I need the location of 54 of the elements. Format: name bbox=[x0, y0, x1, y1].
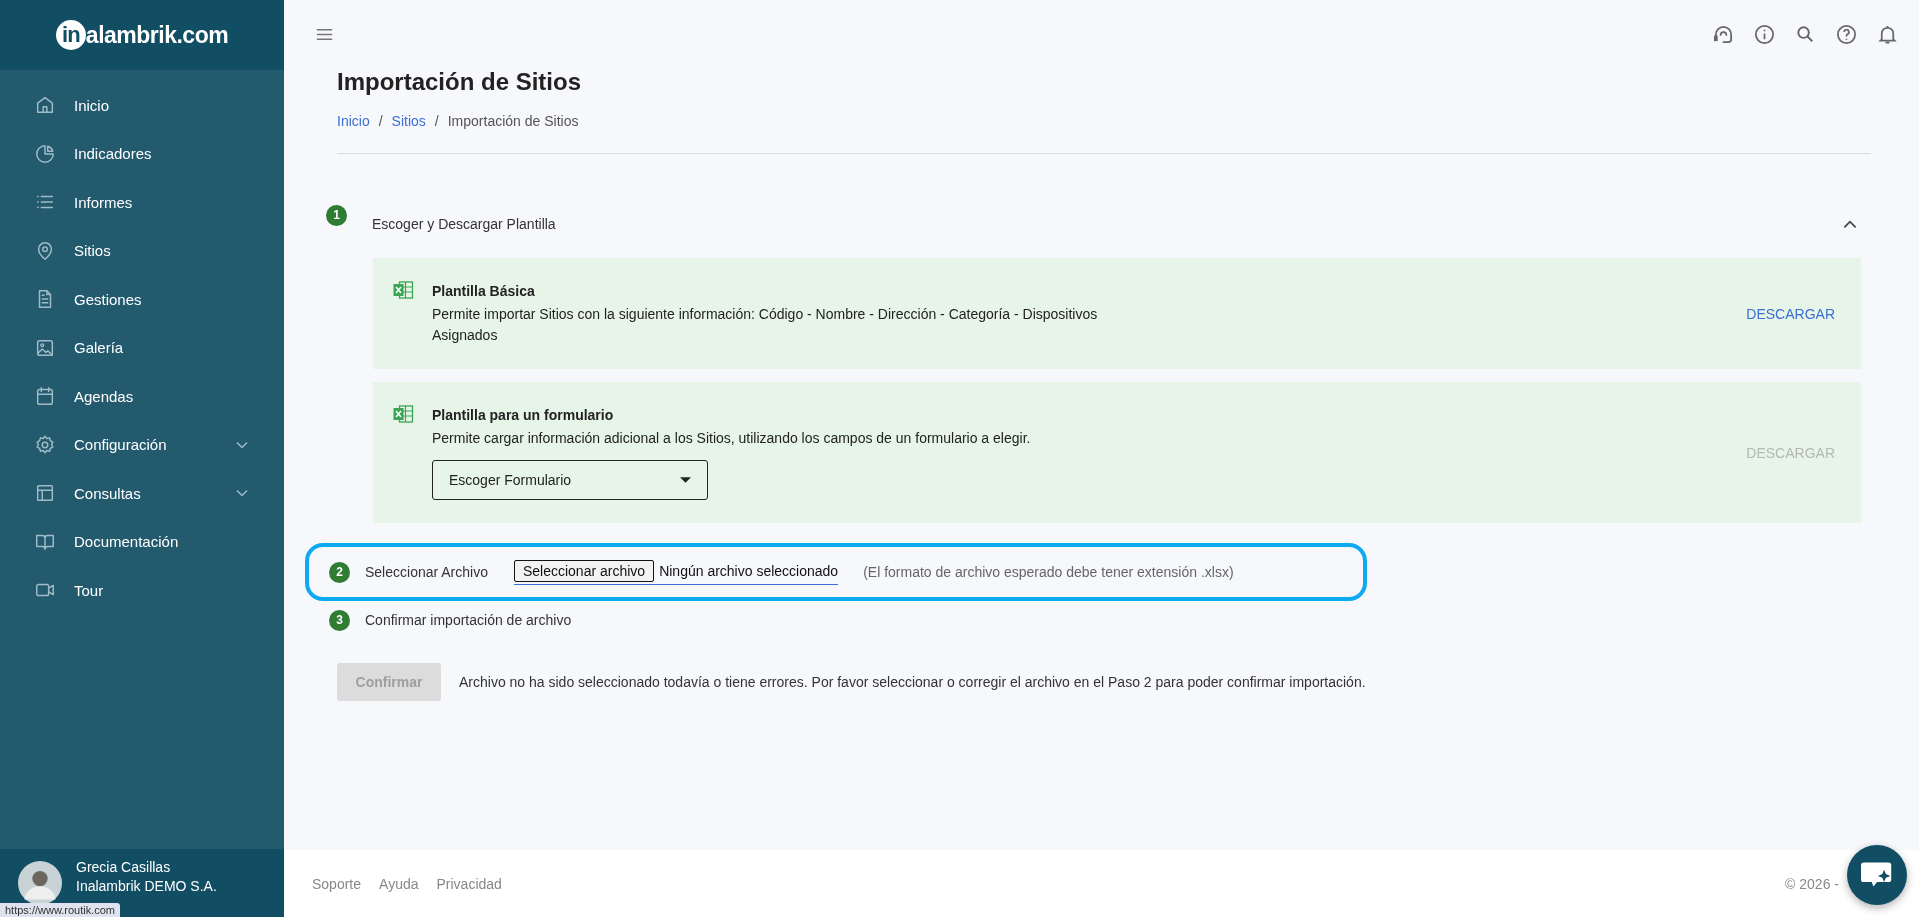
sidebar-item[interactable]: Documentación bbox=[0, 517, 284, 566]
choose-file-button[interactable]: Seleccionar archivo bbox=[513, 559, 655, 582]
sidebar-item[interactable]: Configuración bbox=[0, 420, 284, 469]
footer-link[interactable]: Privacidad bbox=[436, 875, 502, 892]
step-number: 2 bbox=[329, 561, 350, 583]
breadcrumb-separator: / bbox=[434, 113, 439, 129]
chevron-down-icon bbox=[236, 489, 248, 498]
breadcrumb-link[interactable]: Sitios bbox=[391, 113, 426, 129]
avatar bbox=[18, 861, 62, 905]
sidebar-item[interactable]: Sitios bbox=[0, 226, 284, 275]
pie-icon bbox=[34, 142, 56, 165]
sidebar-item[interactable]: Inicio bbox=[0, 81, 284, 130]
breadcrumb-separator: / bbox=[378, 113, 383, 129]
spreadsheet-icon bbox=[393, 281, 414, 299]
step-label: Escoger y Descargar Plantilla bbox=[372, 216, 557, 232]
footer-link[interactable]: Soporte bbox=[312, 875, 362, 892]
file-input[interactable]: Seleccionar archivo Ningún archivo seleccionado bbox=[513, 559, 839, 585]
user-name: Grecia Casillas bbox=[76, 858, 172, 875]
template-title: Plantilla Básica bbox=[432, 282, 536, 301]
chevron-down-icon bbox=[236, 440, 248, 449]
download-link[interactable]: DESCARGAR bbox=[1746, 305, 1835, 322]
step-label: Seleccionar Archivo bbox=[365, 564, 488, 580]
help-icon[interactable] bbox=[1835, 22, 1858, 46]
gear-icon bbox=[34, 433, 56, 456]
sidebar-item[interactable]: Tour bbox=[0, 566, 284, 615]
sidebar-item[interactable]: Galería bbox=[0, 323, 284, 372]
copyright: © 2026 - bbox=[1785, 875, 1839, 892]
spreadsheet-icon bbox=[393, 405, 414, 423]
footer-link[interactable]: Ayuda bbox=[379, 875, 419, 892]
page-title: Importación de Sitios bbox=[337, 68, 583, 96]
template-description: Permite cargar información adicional a los Sitios, utilizando los campos de un formulario a elegir. bbox=[432, 429, 1032, 448]
format-hint: (El formato de archivo esperado debe tener extensión .xlsx) bbox=[863, 564, 1234, 580]
chevron-icon[interactable] bbox=[1843, 219, 1857, 229]
breadcrumb-link[interactable]: Inicio bbox=[337, 113, 370, 129]
template-title: Plantilla para un formulario bbox=[432, 406, 615, 425]
template-description: Permite importar Sitios con la siguiente información: Código - Nombre - Dirección - Categoría - Dispositivos Asignados bbox=[432, 305, 1099, 345]
status-url: https://www.routik.com bbox=[0, 903, 121, 917]
info-icon[interactable] bbox=[1753, 22, 1776, 46]
confirm-message: Archivo no ha sido seleccionado todavía o tiene errores. Por favor seleccionar o corregir el archivo en el Paso 2 para poder confirmar importación. bbox=[459, 674, 1366, 690]
step-label: Confirmar importación de archivo bbox=[365, 612, 572, 628]
company-name: Inalambrik DEMO S.A. bbox=[76, 877, 217, 894]
sidebar-item[interactable]: Agendas bbox=[0, 372, 284, 421]
file-status: Ningún archivo seleccionado bbox=[659, 562, 839, 579]
caret-icon bbox=[680, 477, 691, 483]
sidebar-item[interactable]: Consultas bbox=[0, 469, 284, 518]
logo-mark: in bbox=[55, 20, 86, 50]
step-number: 3 bbox=[329, 609, 350, 631]
sidebar-item[interactable]: Indicadores bbox=[0, 129, 284, 178]
current-page-label: Importación de Sitios bbox=[447, 113, 579, 129]
sidebar-item[interactable]: Gestiones bbox=[0, 275, 284, 324]
sidebar-item[interactable]: Informes bbox=[0, 178, 284, 227]
step-number: 1 bbox=[326, 204, 347, 226]
logo-text: alambrik.com bbox=[85, 21, 229, 49]
cal-icon bbox=[34, 385, 56, 408]
